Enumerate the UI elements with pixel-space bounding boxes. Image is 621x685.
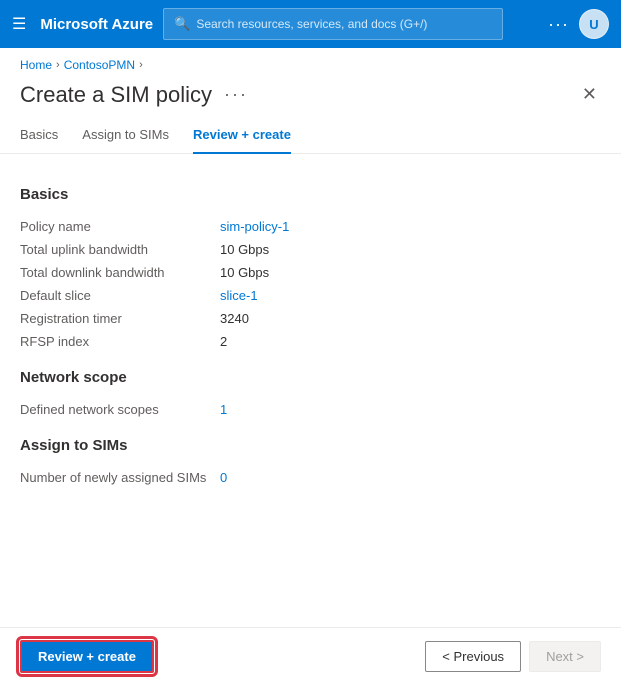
field-value-registration-timer: 3240: [220, 311, 249, 326]
breadcrumb-home[interactable]: Home: [20, 58, 52, 72]
field-uplink: Total uplink bandwidth 10 Gbps: [20, 238, 601, 261]
field-value-defined-scopes[interactable]: 1: [220, 402, 227, 417]
assign-sims-section: Assign to SIMs Number of newly assigned …: [20, 437, 601, 489]
field-defined-scopes: Defined network scopes 1: [20, 398, 601, 421]
field-default-slice: Default slice slice-1: [20, 284, 601, 307]
tab-basics[interactable]: Basics: [20, 121, 58, 154]
field-label-rfsp: RFSP index: [20, 334, 220, 349]
field-assigned-sims: Number of newly assigned SIMs 0: [20, 466, 601, 489]
breadcrumb-sep-1: ›: [56, 59, 60, 71]
field-rfsp: RFSP index 2: [20, 330, 601, 353]
page-title: Create a SIM policy: [20, 82, 212, 108]
breadcrumb-contoso[interactable]: ContosoPMN: [64, 58, 135, 72]
search-placeholder: Search resources, services, and docs (G+…: [196, 17, 427, 31]
field-value-assigned-sims[interactable]: 0: [220, 470, 227, 485]
field-label-defined-scopes: Defined network scopes: [20, 402, 220, 417]
field-value-rfsp: 2: [220, 334, 227, 349]
breadcrumb: Home › ContosoPMN ›: [0, 48, 621, 76]
search-bar[interactable]: 🔍 Search resources, services, and docs (…: [163, 8, 503, 40]
field-registration-timer: Registration timer 3240: [20, 307, 601, 330]
tabs: Basics Assign to SIMs Review + create: [0, 109, 621, 154]
field-value-uplink: 10 Gbps: [220, 242, 269, 257]
field-downlink: Total downlink bandwidth 10 Gbps: [20, 261, 601, 284]
page-options-icon[interactable]: ···: [224, 84, 248, 105]
search-icon: 🔍: [174, 16, 190, 32]
page-title-row: Create a SIM policy ···: [20, 82, 248, 108]
field-label-uplink: Total uplink bandwidth: [20, 242, 220, 257]
tab-assign-to-sims[interactable]: Assign to SIMs: [82, 121, 169, 154]
top-nav: ☰ Microsoft Azure 🔍 Search resources, se…: [0, 0, 621, 48]
field-label-registration-timer: Registration timer: [20, 311, 220, 326]
field-value-default-slice[interactable]: slice-1: [220, 288, 258, 303]
basics-section-title: Basics: [20, 186, 601, 203]
avatar[interactable]: U: [579, 9, 609, 39]
field-value-downlink: 10 Gbps: [220, 265, 269, 280]
nav-right: ··· U: [548, 9, 609, 39]
network-scope-section: Network scope Defined network scopes 1: [20, 369, 601, 421]
basics-section: Basics Policy name sim-policy-1 Total up…: [20, 186, 601, 353]
review-create-button[interactable]: Review + create: [20, 640, 154, 673]
field-policy-name: Policy name sim-policy-1: [20, 215, 601, 238]
assign-sims-section-title: Assign to SIMs: [20, 437, 601, 454]
next-button: Next >: [529, 641, 601, 672]
field-label-default-slice: Default slice: [20, 288, 220, 303]
field-label-policy-name: Policy name: [20, 219, 220, 234]
app-logo: Microsoft Azure: [40, 16, 153, 33]
field-label-downlink: Total downlink bandwidth: [20, 265, 220, 280]
main-container: Home › ContosoPMN › Create a SIM policy …: [0, 48, 621, 685]
page-header: Create a SIM policy ··· ✕: [0, 76, 621, 109]
network-scope-section-title: Network scope: [20, 369, 601, 386]
field-value-policy-name[interactable]: sim-policy-1: [220, 219, 289, 234]
close-button[interactable]: ✕: [578, 80, 601, 109]
breadcrumb-sep-2: ›: [139, 59, 143, 71]
hamburger-icon[interactable]: ☰: [12, 14, 26, 34]
previous-button[interactable]: < Previous: [425, 641, 521, 672]
tab-review-create[interactable]: Review + create: [193, 121, 291, 154]
more-options-icon[interactable]: ···: [548, 14, 569, 35]
field-label-assigned-sims: Number of newly assigned SIMs: [20, 470, 220, 485]
content-area: Basics Policy name sim-policy-1 Total up…: [0, 154, 621, 627]
footer: Review + create < Previous Next >: [0, 627, 621, 685]
